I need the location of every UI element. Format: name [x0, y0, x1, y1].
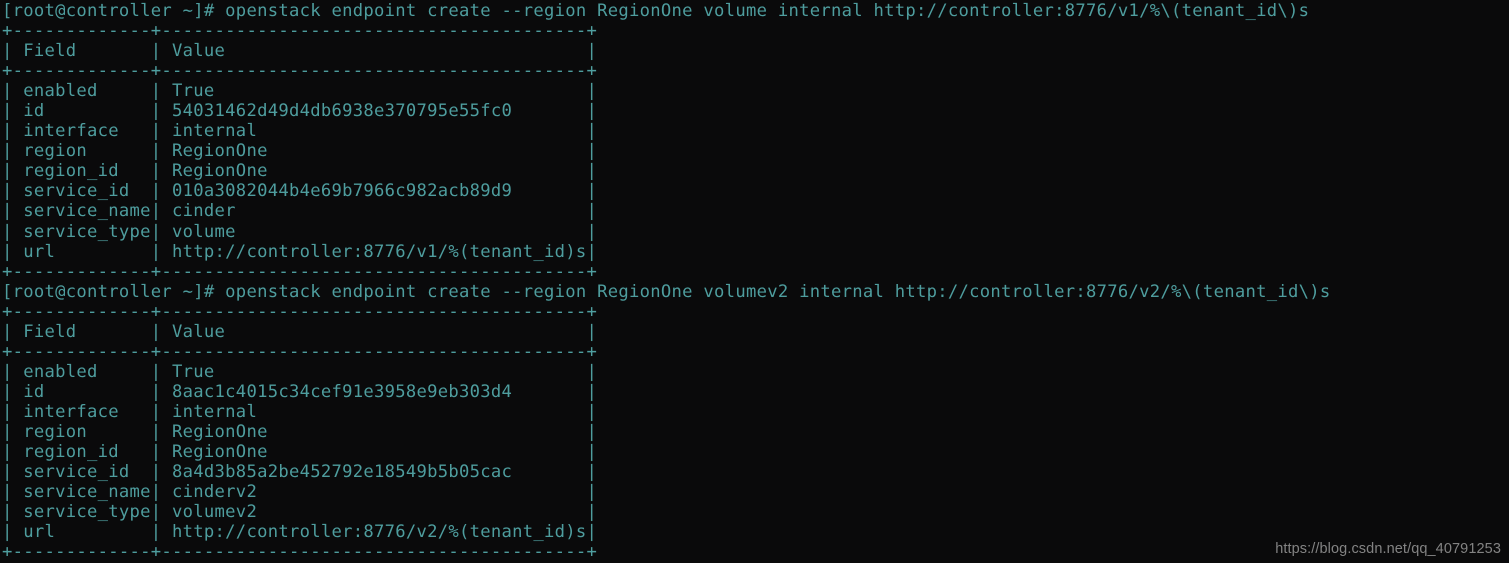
table-row: | interface | internal | [2, 121, 598, 142]
table-row: | service_name| cinder | [2, 201, 598, 222]
table-row: | service_name| cinderv2 | [2, 482, 598, 503]
watermark-text: https://blog.csdn.net/qq_40791253 [1275, 541, 1501, 557]
terminal-window[interactable]: [root@controller ~]# openstack endpoint … [0, 0, 1509, 563]
table-header-row: | Field | Value | [2, 41, 598, 62]
table-row: | service_id | 010a3082044b4e69b7966c982… [2, 181, 598, 202]
table-row: | service_type| volumev2 | [2, 502, 598, 523]
table-row: | region_id | RegionOne | [2, 161, 598, 182]
table-row: | region_id | RegionOne | [2, 442, 598, 463]
command-line-2: [root@controller ~]# openstack endpoint … [2, 281, 1331, 302]
table-row: | id | 54031462d49d4db6938e370795e55fc0 … [2, 101, 598, 122]
table-separator: +-------------+-------------------------… [2, 301, 598, 322]
table-row: | enabled | True | [2, 81, 598, 102]
table-row: | service_id | 8a4d3b85a2be452792e18549b… [2, 462, 598, 483]
table-header-row: | Field | Value | [2, 321, 598, 342]
table-row: | region | RegionOne | [2, 141, 598, 162]
table-separator: +-------------+-------------------------… [2, 21, 598, 42]
table-row: | url | http://controller:8776/v2/%(tena… [2, 522, 598, 543]
table-row: | service_type| volume | [2, 221, 598, 242]
table-row: | interface | internal | [2, 401, 598, 422]
table-row: | url | http://controller:8776/v1/%(tena… [2, 241, 598, 262]
table-row: | id | 8aac1c4015c34cef91e3958e9eb303d4 … [2, 381, 598, 402]
terminal-output: [root@controller ~]# openstack endpoint … [2, 1, 1509, 562]
table-row: | region | RegionOne | [2, 421, 598, 442]
table-row: | enabled | True | [2, 361, 598, 382]
command-line-1: [root@controller ~]# openstack endpoint … [2, 1, 1310, 21]
table-separator: +-------------+-------------------------… [2, 261, 598, 282]
table-separator: +-------------+-------------------------… [2, 341, 598, 362]
table-separator: +-------------+-------------------------… [2, 61, 598, 82]
